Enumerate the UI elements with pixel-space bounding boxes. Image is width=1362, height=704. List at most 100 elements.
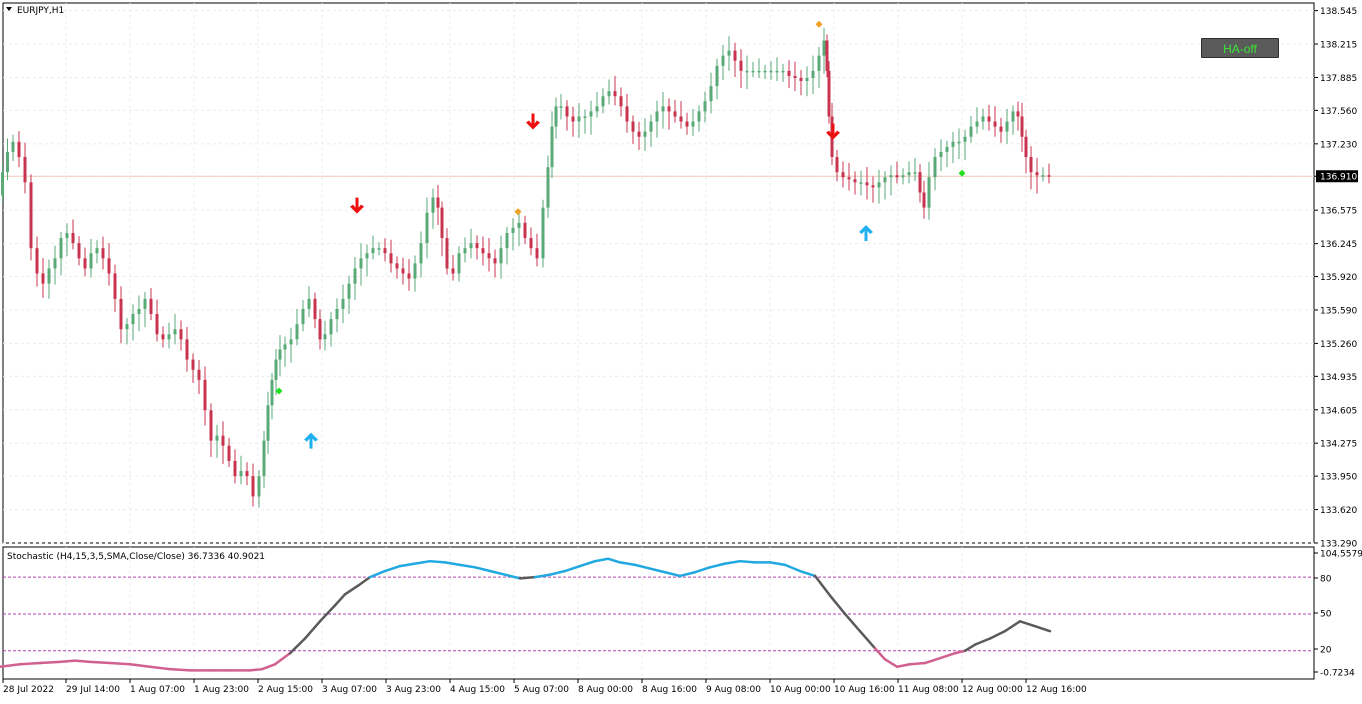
y-tick-label: 133.950 [1320, 473, 1357, 483]
candle-body [517, 222, 521, 228]
candle-body [137, 308, 141, 315]
y-tick-label: 133.620 [1320, 506, 1357, 516]
candle-body [827, 70, 831, 117]
candle-body [41, 273, 45, 284]
candle-body [825, 40, 829, 71]
candle-body [969, 126, 973, 137]
candle-body [89, 253, 93, 269]
candle-body [413, 263, 417, 279]
x-tick-label: 1 Aug 23:00 [194, 685, 249, 695]
candle-body [703, 101, 707, 112]
chart-title: EURJPY,H1 [17, 6, 64, 16]
main-chart-pane[interactable] [2, 2, 1315, 544]
candle-body [951, 141, 955, 147]
candle-body [440, 207, 444, 239]
candle-body [811, 70, 815, 78]
candle-body [559, 106, 563, 108]
y-tick-label: 136.575 [1320, 207, 1357, 217]
candle-body [505, 232, 509, 249]
y-tick-label: 135.920 [1320, 273, 1357, 283]
candle-body [715, 65, 719, 87]
candle-body [1005, 121, 1009, 132]
candle-body [541, 207, 545, 259]
candle-body [1011, 111, 1015, 122]
ha-toggle-button[interactable]: HA-off [1201, 38, 1279, 58]
stochastic-line-segment [58, 659, 77, 664]
candle-body [119, 298, 123, 330]
candle-body [335, 308, 339, 320]
candle-body [359, 258, 363, 269]
candle-body [149, 298, 153, 315]
candle-body [787, 70, 791, 76]
candle-body [871, 185, 875, 188]
candle-body [799, 77, 803, 82]
candle-body [71, 232, 75, 244]
candle-body [209, 410, 213, 441]
y-tick-label: 136.245 [1320, 240, 1357, 250]
stochastic-line-segment [518, 575, 537, 580]
candle-body [1047, 175, 1051, 177]
candle-body [301, 308, 305, 325]
candle-body [661, 106, 665, 112]
candle-body [83, 258, 87, 269]
candle-body [17, 141, 21, 157]
candle-body [877, 182, 881, 188]
x-tick-label: 5 Aug 07:00 [514, 685, 569, 695]
x-tick-label: 10 Aug 16:00 [834, 685, 895, 695]
x-tick-label: 3 Aug 23:00 [386, 685, 441, 695]
candle-body [927, 177, 931, 208]
candle-body [295, 324, 299, 340]
stochastic-line-segment [168, 667, 192, 672]
candle-body [901, 175, 905, 178]
stochastic-line-segment [248, 667, 264, 672]
candle-body [125, 324, 129, 330]
candle-body [227, 445, 231, 461]
y-tick-label: 135.590 [1320, 306, 1357, 316]
candle-body [1, 172, 4, 196]
stochastic-line-segment [73, 659, 92, 664]
candle-body [463, 248, 467, 254]
candle-body [546, 167, 550, 208]
chart-canvas[interactable]: 28 Jul 2022 29 Jul 14:00 1 Aug 07:00 1 Aug … [0, 0, 1362, 700]
candle-body [939, 151, 943, 157]
chart-window[interactable]: 28 Jul 2022 29 Jul 14:00 1 Aug 07:00 1 Aug … [0, 0, 1362, 700]
candle-body [155, 314, 159, 335]
candle-body [993, 121, 997, 127]
candle-body [77, 243, 81, 259]
candle-body [47, 268, 51, 284]
candle-body [595, 106, 599, 112]
candle-body [655, 111, 659, 122]
candle-body [431, 197, 435, 213]
candle-body [757, 70, 761, 73]
stochastic-pane[interactable] [2, 546, 1315, 680]
stochastic-line-segment [108, 661, 132, 666]
candle-body [679, 116, 683, 122]
candle-body [283, 344, 287, 350]
x-tick-label: 3 Aug 07:00 [322, 685, 377, 695]
stochastic-y-label: 20 [1320, 646, 1332, 656]
candle-body [481, 248, 485, 254]
candle-body [425, 212, 429, 244]
candle-body [143, 298, 147, 309]
x-tick-label: 2 Aug 15:00 [258, 685, 313, 695]
stochastic-y-label: 80 [1320, 575, 1332, 585]
candle-body [847, 177, 851, 180]
x-tick-label: 11 Aug 08:00 [898, 685, 959, 695]
current-price-label: 136.910 [1320, 173, 1357, 183]
stochastic-title: Stochastic (H4,15,3,5,SMA,Close/Close) 3… [7, 552, 265, 562]
candle-body [389, 253, 393, 264]
candle-body [571, 116, 575, 122]
y-tick-label: 137.560 [1320, 107, 1357, 117]
x-tick-label: 8 Aug 00:00 [578, 685, 633, 695]
candle-body [266, 405, 270, 441]
candle-body [401, 268, 405, 274]
candle-body [805, 77, 809, 82]
candle-body [185, 339, 189, 360]
candle-body [371, 248, 375, 254]
candle-body [493, 258, 497, 264]
y-tick-label: 134.275 [1320, 440, 1357, 450]
candle-body [451, 268, 455, 274]
candle-body [691, 121, 695, 127]
candle-body [643, 131, 647, 137]
candle-body [913, 172, 917, 174]
